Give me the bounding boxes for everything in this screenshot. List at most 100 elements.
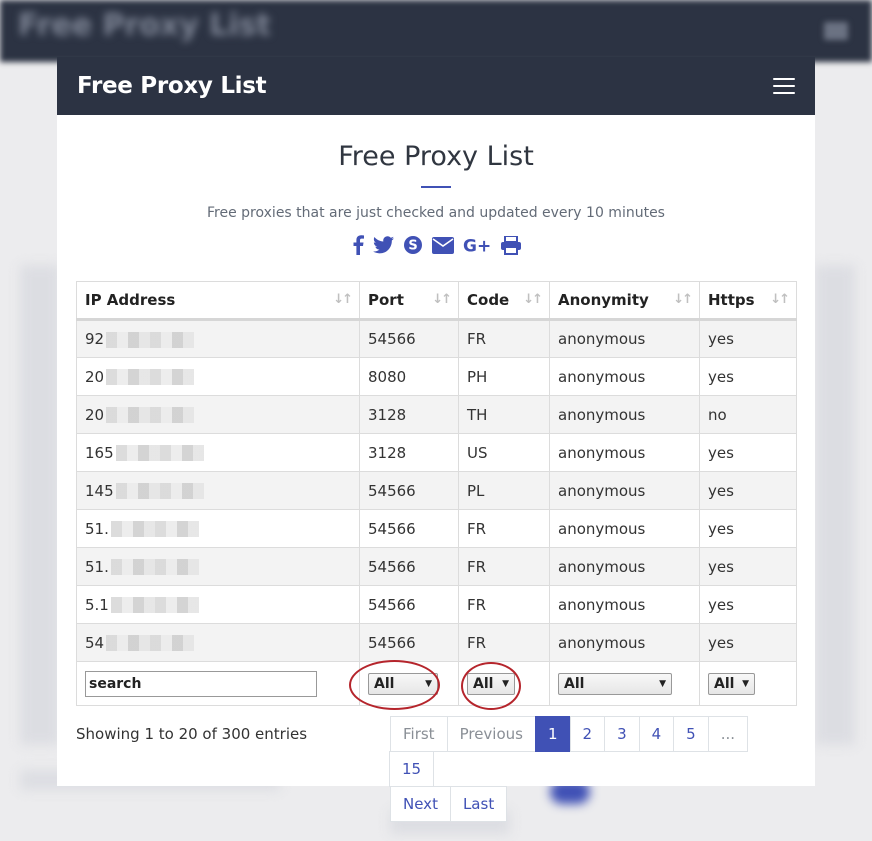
sort-icon: ↓↑ [673, 292, 693, 307]
code-cell: FR [458, 623, 550, 662]
select-value: All [374, 675, 395, 692]
code-cell-text: FR [467, 557, 487, 576]
anonymity-filter-select[interactable]: All ▼ [558, 672, 672, 695]
https-filter-select[interactable]: All ▼ [708, 672, 755, 695]
page-5[interactable]: 5 [673, 716, 709, 752]
code-filter-select[interactable]: All ▼ [467, 672, 515, 695]
port-filter-select[interactable]: All ▼ [368, 672, 438, 695]
port-cell: 54566 [359, 471, 459, 510]
email-icon[interactable] [431, 236, 454, 254]
ip-address-cell: 51. [76, 509, 360, 548]
table-row: 165 3128 US anonymous yes [76, 433, 797, 472]
code-cell: PL [458, 471, 550, 510]
column-label: Code [467, 291, 510, 309]
twitter-icon[interactable] [372, 236, 394, 254]
ip-address-cell: 92 [76, 319, 360, 358]
ip-address-cell-text: 165 [85, 443, 114, 462]
redacted-ip-blur [106, 407, 195, 423]
page-3[interactable]: 3 [604, 716, 640, 752]
https-cell-text: yes [708, 443, 734, 462]
table-row: 92 54566 FR anonymous yes [76, 319, 797, 358]
https-cell-text: yes [708, 330, 734, 348]
page-last[interactable]: Last [449, 786, 508, 822]
page-4[interactable]: 4 [638, 716, 675, 752]
page-previous[interactable]: Previous [446, 716, 536, 752]
redacted-ip-blur [110, 597, 199, 613]
https-cell: yes [699, 433, 797, 472]
page-first[interactable]: First [390, 716, 448, 752]
ip-address-cell: 20 [76, 395, 360, 434]
anonymity-cell-text: anonymous [558, 443, 646, 462]
port-cell: 3128 [359, 395, 459, 434]
port-cell-text: 3128 [368, 405, 407, 424]
redacted-ip-blur [106, 331, 195, 348]
table-row: 54 54566 FR anonymous yes [76, 623, 797, 662]
skype-icon[interactable]: S [403, 235, 423, 255]
https-cell-text: yes [708, 367, 734, 386]
port-cell: 54566 [359, 509, 459, 548]
svg-text:S: S [408, 239, 417, 254]
ip-address-cell-text: 92 [85, 330, 105, 348]
ip-address-cell: 20 [76, 357, 360, 396]
title-divider [421, 186, 451, 188]
anonymity-cell-text: anonymous [558, 595, 646, 614]
anonymity-cell-text: anonymous [558, 367, 646, 386]
port-cell: 8080 [359, 357, 459, 396]
code-cell: US [458, 433, 550, 472]
ip-address-cell-text: 51. [85, 519, 109, 538]
page-ellipsis: ... [707, 716, 749, 752]
svg-text:G+: G+ [463, 237, 491, 255]
table-row: 51. 54566 FR anonymous yes [76, 547, 797, 586]
port-cell-text: 8080 [368, 367, 407, 386]
page-15[interactable]: 15 [389, 751, 435, 787]
table-filter-row: All ▼ All ▼ All ▼ All ▼ [76, 661, 797, 706]
https-cell-text: yes [708, 633, 734, 652]
column-label: IP Address [85, 291, 176, 309]
page-next[interactable]: Next [390, 786, 451, 822]
code-cell-text: FR [467, 595, 487, 614]
google-plus-icon[interactable]: G+ [463, 236, 492, 255]
search-input[interactable] [85, 670, 317, 697]
port-cell-text: 54566 [368, 557, 416, 576]
column-header-https[interactable]: Https ↓↑ [699, 281, 797, 321]
code-cell: FR [458, 585, 550, 624]
https-cell: yes [699, 585, 797, 624]
code-cell-text: US [467, 443, 488, 462]
anonymity-cell: anonymous [549, 623, 700, 662]
https-cell: yes [699, 319, 797, 358]
table-row: 20 3128 TH anonymous no [76, 395, 797, 434]
dropdown-arrow-icon: ▼ [659, 678, 666, 689]
page-2[interactable]: 2 [569, 716, 606, 752]
anonymity-cell: anonymous [549, 319, 700, 358]
ip-address-cell-text: 20 [85, 367, 105, 386]
column-label: Https [708, 291, 755, 309]
code-cell: TH [458, 395, 550, 434]
ip-address-cell: 5.1 [76, 585, 360, 624]
column-header-ip-address[interactable]: IP Address ↓↑ [76, 281, 360, 321]
column-label: Port [368, 291, 404, 309]
dropdown-arrow-icon: ▼ [425, 678, 432, 689]
table-row: 51. 54566 FR anonymous yes [76, 509, 797, 548]
port-cell: 54566 [359, 547, 459, 586]
https-cell: yes [699, 547, 797, 586]
hamburger-menu-icon[interactable] [773, 78, 795, 94]
navbar-brand[interactable]: Free Proxy List [77, 73, 267, 99]
background-menu-icon [824, 22, 848, 40]
select-value: All [473, 675, 494, 692]
facebook-icon[interactable] [352, 235, 364, 255]
background-table-edge-right [815, 265, 855, 745]
page-1[interactable]: 1 [534, 716, 571, 752]
port-cell: 54566 [359, 623, 459, 662]
column-header-code[interactable]: Code ↓↑ [458, 281, 550, 321]
print-icon[interactable] [500, 235, 521, 255]
anonymity-cell-text: anonymous [558, 330, 646, 348]
code-cell: FR [458, 509, 550, 548]
select-value: All [714, 675, 735, 692]
select-value: All [564, 675, 585, 692]
dropdown-arrow-icon: ▼ [742, 678, 749, 689]
anonymity-cell-text: anonymous [558, 557, 646, 576]
column-header-anonymity[interactable]: Anonymity ↓↑ [549, 281, 700, 321]
column-header-port[interactable]: Port ↓↑ [359, 281, 459, 321]
page-title: Free Proxy List [338, 141, 534, 172]
table-row: 145 54566 PL anonymous yes [76, 471, 797, 510]
